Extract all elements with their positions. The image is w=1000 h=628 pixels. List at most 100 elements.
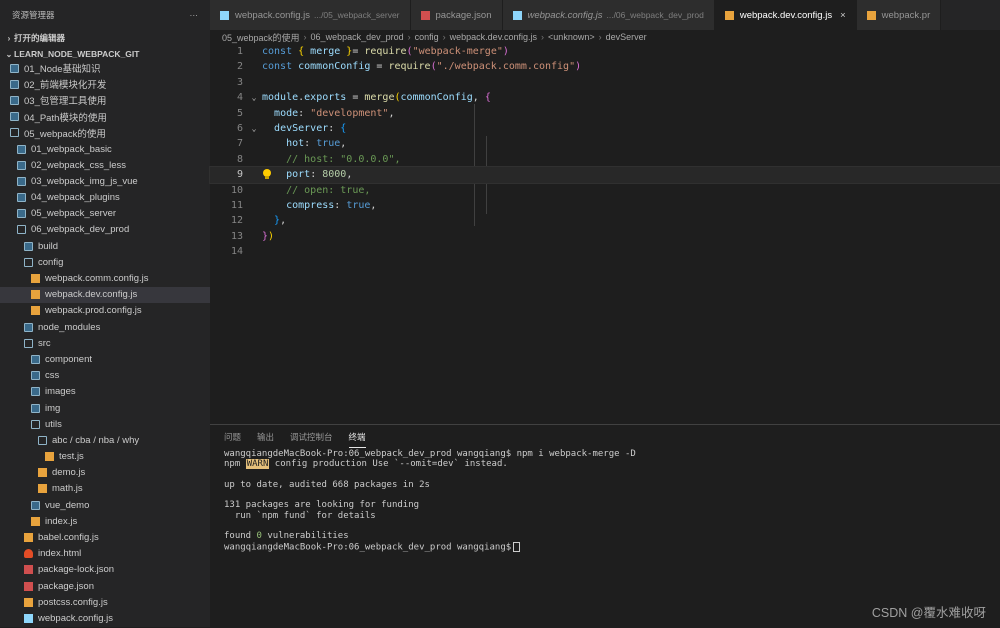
breadcrumb-item[interactable]: devServer: [606, 32, 647, 42]
line-number: 11: [230, 199, 243, 211]
tree-item[interactable]: babel.config.js: [0, 529, 210, 545]
code-token: ,: [280, 215, 287, 227]
folder-icon: [31, 403, 40, 413]
explorer-sidebar: 资源管理器 ··· › 打开的编辑器 ⌄ LEARN_NODE_WEBPACK_…: [0, 0, 210, 627]
tree-item[interactable]: package.json: [0, 578, 210, 594]
panel-tab[interactable]: 终端: [348, 427, 366, 448]
tree-item-label: build: [38, 240, 59, 252]
tree-item[interactable]: package-lock.json: [0, 562, 210, 578]
tree-item-label: src: [38, 337, 51, 349]
tree-item[interactable]: 03_webpack_img_js_vue: [0, 173, 210, 189]
tree-item[interactable]: 02_前端模块化开发: [0, 76, 210, 92]
code-line: 7 hot: true,: [210, 136, 1000, 151]
code-token: :: [310, 169, 323, 181]
code-editor[interactable]: 1 const { merge }= require("webpack-merge…: [209, 44, 1000, 424]
tree-item[interactable]: css: [0, 368, 210, 384]
tree-item[interactable]: webpack.dev.config.js: [0, 286, 210, 303]
tree-item[interactable]: 02_webpack_css_less: [0, 157, 210, 173]
tree-item-label: img: [45, 402, 61, 414]
tree-item[interactable]: postcss.config.js: [0, 594, 210, 610]
folder-open-icon: [17, 225, 26, 235]
terminal-prompt: wangqiangdeMacBook-Pro:06_webpack_dev_pr…: [224, 542, 512, 553]
tree-item[interactable]: config: [0, 254, 210, 270]
tree-item[interactable]: 04_Path模块的使用: [0, 109, 210, 125]
code-token: {: [340, 122, 347, 134]
folder-icon: [10, 63, 19, 73]
tree-item-label: 01_webpack_basic: [31, 143, 112, 155]
panel-tab[interactable]: 问题: [224, 427, 241, 447]
terminal-cursor[interactable]: [513, 541, 521, 552]
tree-item[interactable]: node_modules: [0, 319, 210, 335]
tree-item[interactable]: webpack.comm.config.js: [0, 270, 210, 286]
tree-item[interactable]: utils: [0, 416, 210, 432]
tree-item[interactable]: 01_webpack_basic: [0, 141, 210, 157]
terminal-text: found: [224, 531, 257, 542]
code-text: mode: "development",: [262, 106, 394, 121]
tree-item[interactable]: build: [0, 238, 210, 254]
tree-item[interactable]: math.js: [0, 481, 210, 497]
code-token: ,: [346, 169, 353, 181]
tree-item[interactable]: 03_包管理工具使用: [0, 92, 210, 108]
tree-item-label: package.json: [38, 580, 94, 592]
tree-item[interactable]: vue_demo: [0, 497, 210, 513]
editor-tab[interactable]: webpack.dev.config.js ×: [714, 0, 857, 30]
folder-open-icon: [24, 338, 33, 348]
tree-item[interactable]: webpack.config.js: [0, 610, 210, 626]
code-token: "./webpack.comm.config": [436, 61, 576, 73]
tree-item-label: 05_webpack_server: [31, 208, 117, 220]
tree-item[interactable]: img: [0, 400, 210, 416]
editor-tab[interactable]: package.json: [410, 0, 503, 30]
tree-item-label: vue_demo: [45, 499, 90, 511]
tree-item[interactable]: component: [0, 351, 210, 367]
more-actions-icon[interactable]: ···: [190, 10, 199, 20]
editor-tab[interactable]: webpack.pr: [856, 0, 942, 30]
fold-chevron-icon[interactable]: ⌄: [249, 121, 259, 136]
tree-item[interactable]: abc / cba / nba / why: [0, 432, 210, 448]
tree-item-label: webpack.dev.config.js: [45, 289, 138, 301]
panel-tab[interactable]: 输出: [257, 427, 274, 447]
tree-item-label: math.js: [52, 483, 83, 495]
tree-item[interactable]: 05_webpack_server: [0, 206, 210, 222]
tree-item-label: 06_webpack_dev_prod: [31, 224, 130, 236]
html-file-icon: [24, 549, 33, 559]
code-line: 5 mode: "development",: [210, 106, 1000, 121]
tree-item[interactable]: index.js: [0, 513, 210, 529]
tree-item[interactable]: 04_webpack_plugins: [0, 190, 210, 206]
tree-item[interactable]: test.js: [0, 449, 210, 465]
editor-tab[interactable]: webpack.config.js .../06_webpack_dev_prod: [502, 0, 715, 30]
tree-item-label: 05_webpack的使用: [24, 128, 106, 140]
line-number: 9: [236, 169, 243, 181]
breadcrumb-item[interactable]: <unknown>: [548, 32, 595, 42]
terminal-text: npm: [224, 459, 246, 470]
tree-item[interactable]: 01_Node基础知识: [0, 60, 210, 76]
code-line: 2 const commonConfig = require("./webpack…: [210, 59, 1000, 74]
fold-chevron-icon[interactable]: ⌄: [249, 90, 259, 105]
breadcrumb-item[interactable]: 05_webpack的使用: [222, 31, 300, 44]
breadcrumb-item[interactable]: config: [415, 32, 439, 42]
panel-tab[interactable]: 调试控制台: [290, 427, 333, 447]
tree-item[interactable]: src: [0, 335, 210, 351]
tree-item[interactable]: demo.js: [0, 465, 210, 481]
terminal[interactable]: wangqiangdeMacBook-Pro:06_webpack_dev_pr…: [210, 449, 1000, 552]
line-number: 2: [236, 61, 243, 73]
code-line: 3: [210, 75, 1000, 90]
breadcrumb-item[interactable]: webpack.dev.config.js: [450, 32, 537, 42]
tree-item[interactable]: images: [0, 384, 210, 400]
close-icon[interactable]: ×: [840, 10, 846, 21]
line-number: 1: [236, 46, 243, 57]
webpack-file-icon: [512, 10, 522, 20]
breadcrumb-item[interactable]: 06_webpack_dev_prod: [311, 32, 404, 42]
tree-item[interactable]: index.html: [0, 546, 210, 562]
open-editors-section[interactable]: › 打开的编辑器: [0, 30, 210, 46]
tree-item[interactable]: 05_webpack的使用: [0, 125, 210, 141]
tree-item[interactable]: webpack.prod.config.js: [0, 303, 210, 319]
tree-item[interactable]: 06_webpack_dev_prod: [0, 222, 210, 238]
breadcrumb-separator-icon: ›: [598, 32, 602, 42]
tree-item-label: 04_Path模块的使用: [24, 112, 107, 124]
code-token: exports: [304, 92, 347, 104]
editor-tab[interactable]: webpack.config.js .../05_webpack_server: [210, 0, 411, 30]
